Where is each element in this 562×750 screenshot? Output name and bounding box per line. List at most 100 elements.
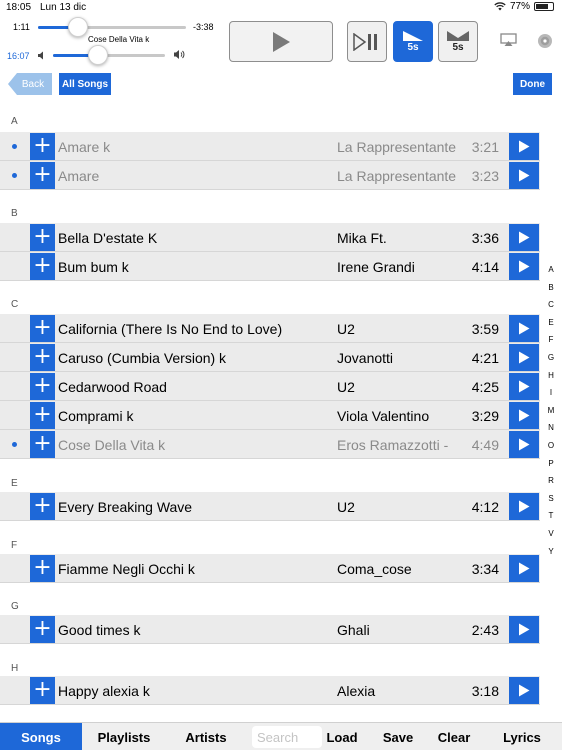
add-to-playlist-button[interactable]: + [30, 616, 55, 643]
clear-button[interactable]: Clear [432, 723, 476, 750]
disc-icon[interactable] [537, 33, 553, 49]
play-song-button[interactable] [509, 402, 539, 429]
tab-songs[interactable]: Songs [0, 723, 82, 750]
index-letter[interactable]: E [542, 318, 560, 336]
index-letter[interactable]: O [542, 441, 560, 459]
play-icon [519, 140, 530, 153]
song-row[interactable]: + Happy alexia k Alexia 3:18 [0, 676, 540, 705]
index-letter[interactable]: R [542, 476, 560, 494]
section-letter: F [11, 540, 18, 551]
index-letter[interactable]: N [542, 423, 560, 441]
back-label: Back [21, 78, 45, 90]
elapsed-time: 1:11 [13, 22, 30, 32]
section-header: G [0, 585, 540, 615]
index-letter[interactable]: F [542, 335, 560, 353]
load-button[interactable]: Load [320, 723, 364, 750]
play-button[interactable] [229, 21, 333, 62]
index-letter[interactable]: G [542, 353, 560, 371]
index-letter[interactable]: B [542, 283, 560, 301]
index-letter[interactable]: H [542, 371, 560, 389]
play-song-button[interactable] [509, 616, 539, 643]
play-song-button[interactable] [509, 344, 539, 371]
song-row[interactable]: + Amare k La Rappresentante 3:21 [0, 132, 540, 161]
index-letter[interactable]: C [542, 300, 560, 318]
done-button[interactable]: Done [513, 73, 552, 95]
tab-artists[interactable]: Artists [172, 723, 240, 750]
lyrics-button[interactable]: Lyrics [499, 723, 545, 750]
song-title: Every Breaking Wave [58, 499, 193, 515]
index-letter[interactable]: I [542, 388, 560, 406]
play-song-button[interactable] [509, 373, 539, 400]
song-artist: Irene Grandi [337, 259, 415, 275]
add-to-playlist-button[interactable]: + [30, 493, 55, 520]
play-pause-next-button[interactable] [347, 21, 387, 62]
add-to-playlist-button[interactable]: + [30, 373, 55, 400]
song-title: Amare [58, 168, 100, 184]
index-letter[interactable]: V [542, 529, 560, 547]
index-letter[interactable]: A [542, 265, 560, 283]
back-button[interactable]: Back [8, 73, 52, 95]
play-song-button[interactable] [509, 162, 539, 189]
volume-slider[interactable] [53, 54, 165, 57]
add-to-playlist-button[interactable]: + [30, 224, 55, 251]
song-row[interactable]: + Cose Della Vita k Eros Ramazzotti - 4:… [0, 430, 540, 459]
volume-knob[interactable] [87, 45, 108, 65]
progress-knob[interactable] [67, 17, 88, 37]
song-row[interactable]: + Good times k Ghali 2:43 [0, 615, 540, 644]
song-row[interactable]: + Caruso (Cumbia Version) k Jovanotti 4:… [0, 343, 540, 372]
play-song-button[interactable] [509, 224, 539, 251]
song-artist: U2 [337, 321, 355, 337]
song-duration: 4:21 [471, 350, 499, 366]
play-icon [519, 169, 530, 182]
song-title: Good times k [58, 622, 141, 638]
airplay-icon[interactable] [500, 33, 517, 47]
add-to-playlist-button[interactable]: + [30, 133, 55, 160]
add-to-playlist-button[interactable]: + [30, 253, 55, 280]
play-song-button[interactable] [509, 253, 539, 280]
play-song-button[interactable] [509, 315, 539, 342]
play-song-button[interactable] [509, 677, 539, 704]
song-artist: La Rappresentante [337, 139, 457, 155]
index-letter[interactable]: M [542, 406, 560, 424]
play-song-button[interactable] [509, 431, 539, 458]
play-pause-icon [353, 32, 377, 51]
song-row[interactable]: + Fiamme Negli Occhi k Coma_cose 3:34 [0, 554, 540, 583]
play-song-button[interactable] [509, 493, 539, 520]
song-title: Bella D'estate K [58, 230, 158, 246]
add-to-playlist-button[interactable]: + [30, 677, 55, 704]
index-letter[interactable]: P [542, 459, 560, 477]
song-list[interactable]: A + Amare k La Rappresentante 3:21 + Ama… [0, 100, 562, 722]
index-letter[interactable]: T [542, 511, 560, 529]
index-letter[interactable]: S [542, 494, 560, 512]
song-row[interactable]: + Amare La Rappresentante 3:23 [0, 161, 540, 190]
alphabet-index[interactable]: ABCEFGHIMNOPRSTVY [542, 265, 560, 564]
all-songs-button[interactable]: All Songs [59, 73, 111, 95]
add-to-playlist-button[interactable]: + [30, 431, 55, 458]
add-to-playlist-button[interactable]: + [30, 162, 55, 189]
song-row[interactable]: + California (There Is No End to Love) U… [0, 314, 540, 343]
song-artist: Ghali [337, 622, 370, 638]
save-button[interactable]: Save [376, 723, 420, 750]
song-row[interactable]: + Bella D'estate K Mika Ft. 3:36 [0, 223, 540, 252]
song-title: Caruso (Cumbia Version) k [58, 350, 227, 366]
song-row[interactable]: + Cedarwood Road U2 4:25 [0, 372, 540, 401]
song-row[interactable]: + Comprami k Viola Valentino 3:29 [0, 401, 540, 430]
add-to-playlist-button[interactable]: + [30, 555, 55, 582]
song-title: Cose Della Vita k [58, 437, 166, 453]
skip-forward-button[interactable]: 5s [438, 21, 478, 62]
add-to-playlist-button[interactable]: + [30, 315, 55, 342]
add-to-playlist-button[interactable]: + [30, 344, 55, 371]
tab-playlists[interactable]: Playlists [86, 723, 162, 750]
song-row[interactable]: + Bum bum k Irene Grandi 4:14 [0, 252, 540, 281]
skip-back-button[interactable]: 5s [393, 21, 433, 62]
song-row[interactable]: + Every Breaking Wave U2 4:12 [0, 492, 540, 521]
section-header: A [0, 100, 540, 130]
search-input[interactable]: Search [252, 726, 322, 748]
index-letter[interactable]: Y [542, 547, 560, 565]
play-song-button[interactable] [509, 555, 539, 582]
progress-slider[interactable] [38, 26, 186, 29]
play-song-button[interactable] [509, 133, 539, 160]
add-to-playlist-button[interactable]: + [30, 402, 55, 429]
now-playing-dot [12, 442, 17, 447]
song-duration: 4:14 [471, 259, 499, 275]
